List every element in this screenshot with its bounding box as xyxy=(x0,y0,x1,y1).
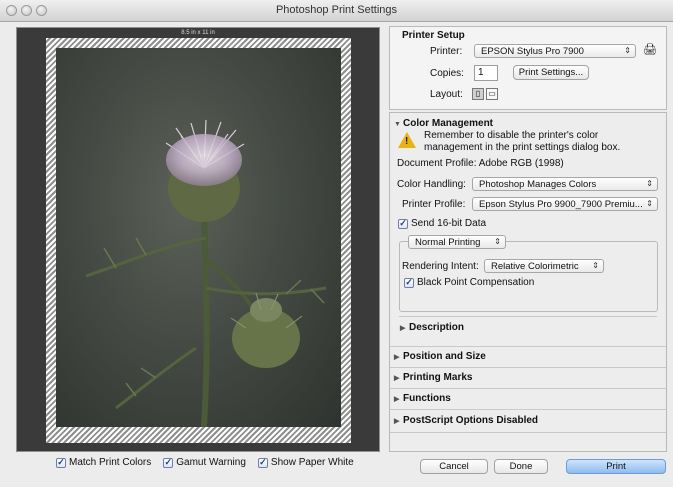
thistle-illustration xyxy=(85,119,327,427)
printer-setup-header: Printer Setup xyxy=(402,30,465,41)
printer-profile-select[interactable]: Epson Stylus Pro 9900_7900 Premiu... ⇕ xyxy=(472,197,658,211)
black-point-checkbox[interactable]: ✓ xyxy=(404,277,414,288)
match-print-colors-label: Match Print Colors xyxy=(69,457,152,468)
gamut-warning-label: Gamut Warning xyxy=(176,457,246,468)
copies-field[interactable]: 1 xyxy=(474,65,498,81)
cancel-button[interactable]: Cancel xyxy=(420,459,488,474)
functions-label: Functions xyxy=(403,393,451,404)
thistle-photo xyxy=(56,48,341,427)
rendering-intent-value: Relative Colorimetric xyxy=(491,261,579,272)
match-print-colors-option[interactable]: ✓ Match Print Colors xyxy=(56,457,151,468)
show-paper-white-checkbox[interactable]: ✓ xyxy=(257,457,268,468)
done-button[interactable]: Done xyxy=(494,459,548,474)
normal-printing-value: Normal Printing xyxy=(415,237,481,248)
color-management-title: Color Management xyxy=(403,118,494,129)
printer-setup-panel: Printer Setup Printer: EPSON Stylus Pro … xyxy=(389,26,667,110)
postscript-section[interactable]: ▶ PostScript Options Disabled xyxy=(394,415,538,426)
divider xyxy=(399,316,657,317)
color-handling-value: Photoshop Manages Colors xyxy=(479,179,597,190)
color-handling-label: Color Handling: xyxy=(397,179,466,190)
disclosure-closed-icon: ▶ xyxy=(394,375,400,382)
description-label: Description xyxy=(409,322,465,333)
print-preview: 8.5 in x 11 in xyxy=(16,27,380,452)
postscript-label: PostScript Options Disabled xyxy=(403,415,539,426)
printing-marks-label: Printing Marks xyxy=(403,372,473,383)
color-handling-select[interactable]: Photoshop Manages Colors ⇕ xyxy=(472,177,658,191)
functions-section[interactable]: ▶ Functions xyxy=(394,393,451,404)
warning-text-line1: Remember to disable the printer's color xyxy=(424,130,599,141)
color-management-header[interactable]: ▼ Color Management xyxy=(394,118,493,129)
popup-arrows-icon: ⇕ xyxy=(646,199,653,208)
divider xyxy=(390,367,666,368)
black-point-label: Black Point Compensation xyxy=(417,277,535,288)
black-point-option[interactable]: ✓ Black Point Compensation xyxy=(404,277,534,288)
send-16bit-option[interactable]: ✓ Send 16-bit Data xyxy=(398,218,486,229)
position-size-label: Position and Size xyxy=(403,351,486,362)
divider xyxy=(390,346,666,347)
printer-profile-value: Epson Stylus Pro 9900_7900 Premiu... xyxy=(479,199,643,210)
settings-panel: ▼ Color Management ! Remember to disable … xyxy=(389,112,667,452)
paper-size-label: 8.5 in x 11 in xyxy=(181,30,215,36)
preview-options: ✓ Match Print Colors ✓ Gamut Warning ✓ S… xyxy=(56,457,354,468)
send-16bit-checkbox[interactable]: ✓ xyxy=(398,218,408,229)
popup-arrows-icon: ⇕ xyxy=(646,179,653,188)
printer-select-value: EPSON Stylus Pro 7900 xyxy=(481,46,584,57)
popup-arrows-icon: ⇕ xyxy=(624,46,631,55)
description-disclosure[interactable]: ▶ Description xyxy=(400,322,464,333)
paper-sheet xyxy=(46,38,351,443)
position-size-section[interactable]: ▶ Position and Size xyxy=(394,351,486,362)
printer-profile-label: Printer Profile: xyxy=(402,199,466,210)
popup-arrows-icon: ⇕ xyxy=(592,261,599,270)
copies-label: Copies: xyxy=(430,68,464,79)
disclosure-closed-icon: ▶ xyxy=(400,325,406,332)
warning-exclamation-icon: ! xyxy=(405,136,409,147)
portrait-layout-icon[interactable]: ▯ xyxy=(472,88,484,100)
popup-arrows-icon: ⇕ xyxy=(494,237,501,246)
show-paper-white-label: Show Paper White xyxy=(270,457,354,468)
send-16bit-label: Send 16-bit Data xyxy=(411,218,487,229)
window-title: Photoshop Print Settings xyxy=(275,4,398,16)
rendering-intent-select[interactable]: Relative Colorimetric ⇕ xyxy=(484,259,604,273)
divider xyxy=(390,432,666,433)
printer-label: Printer: xyxy=(430,46,463,57)
rendering-intent-label: Rendering Intent: xyxy=(402,261,479,272)
document-profile: Document Profile: Adobe RGB (1998) xyxy=(397,158,564,169)
gamut-warning-checkbox[interactable]: ✓ xyxy=(163,457,174,468)
disclosure-open-icon: ▼ xyxy=(394,121,401,128)
disclosure-closed-icon: ▶ xyxy=(394,354,400,361)
match-print-colors-checkbox[interactable]: ✓ xyxy=(56,457,66,468)
show-paper-white-option[interactable]: ✓ Show Paper White xyxy=(257,457,354,468)
gamut-warning-option[interactable]: ✓ Gamut Warning xyxy=(163,457,246,468)
printer-setup-icon[interactable]: 🖨 xyxy=(643,43,657,56)
disclosure-closed-icon: ▶ xyxy=(394,396,400,403)
disclosure-closed-icon: ▶ xyxy=(394,418,400,425)
print-settings-button[interactable]: Print Settings... xyxy=(513,65,589,80)
printer-select[interactable]: EPSON Stylus Pro 7900 ⇕ xyxy=(474,44,636,58)
divider xyxy=(390,388,666,389)
layout-label: Layout: xyxy=(430,89,463,100)
landscape-layout-icon[interactable]: ▭ xyxy=(486,88,498,100)
title-bar: Photoshop Print Settings xyxy=(0,0,673,22)
normal-printing-select[interactable]: Normal Printing ⇕ xyxy=(408,235,506,249)
divider xyxy=(390,409,666,410)
warning-text-line2: management in the print settings dialog … xyxy=(424,142,621,153)
print-button[interactable]: Print xyxy=(566,459,666,474)
printing-marks-section[interactable]: ▶ Printing Marks xyxy=(394,372,472,383)
